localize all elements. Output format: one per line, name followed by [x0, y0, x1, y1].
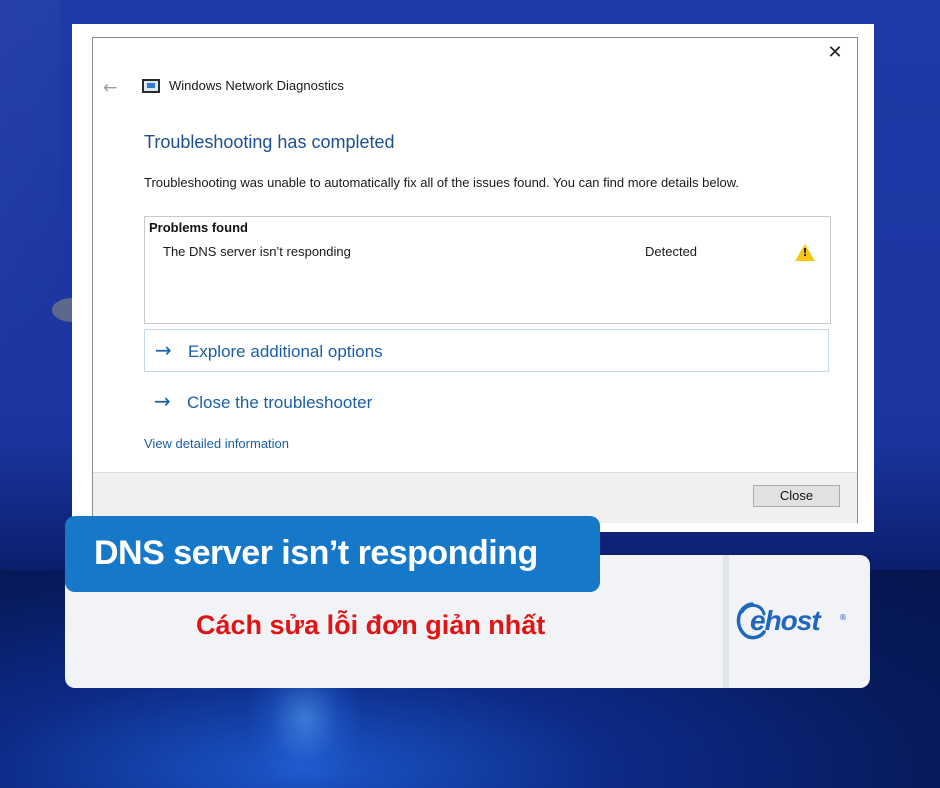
- banner-subtitle: Cách sửa lỗi đơn giản nhất: [196, 610, 546, 640]
- back-arrow-icon[interactable]: ←: [103, 78, 117, 98]
- description-text: Troubleshooting was unable to automatica…: [144, 175, 739, 190]
- banner-divider: [723, 555, 729, 688]
- view-detailed-information-link[interactable]: View detailed information: [144, 436, 289, 451]
- network-diagnostics-icon: [142, 79, 160, 93]
- screenshot-card: ✕ ← Windows Network Diagnostics Troubles…: [72, 24, 874, 532]
- background-stripe: [0, 0, 60, 570]
- network-diagnostics-dialog: ✕ ← Windows Network Diagnostics Troubles…: [92, 37, 858, 523]
- page-title: Troubleshooting has completed: [144, 132, 395, 152]
- banner-title: DNS server isn’t responding: [94, 534, 538, 572]
- problems-found-panel: Problems found The DNS server isn’t resp…: [144, 216, 831, 324]
- warning-exclamation: !: [802, 246, 808, 259]
- close-icon[interactable]: ✕: [825, 43, 845, 63]
- close-troubleshooter-link[interactable]: → Close the troubleshooter: [144, 381, 829, 424]
- close-troubleshooter-label: Close the troubleshooter: [187, 393, 373, 412]
- close-button[interactable]: Close: [753, 485, 840, 507]
- arrow-right-icon: →: [154, 389, 171, 413]
- logo-text: ehost: [750, 605, 821, 636]
- problem-name[interactable]: The DNS server isn’t responding: [163, 244, 351, 259]
- problem-status: Detected: [645, 244, 698, 259]
- registered-mark: ®: [839, 613, 847, 622]
- explore-options-link[interactable]: → Explore additional options: [144, 329, 829, 372]
- window-title: Windows Network Diagnostics: [169, 78, 344, 93]
- explore-options-label: Explore additional options: [188, 342, 383, 361]
- problems-header: Problems found: [149, 220, 248, 235]
- ehost-logo: ehost ®: [730, 598, 850, 653]
- arrow-right-icon: →: [155, 338, 172, 362]
